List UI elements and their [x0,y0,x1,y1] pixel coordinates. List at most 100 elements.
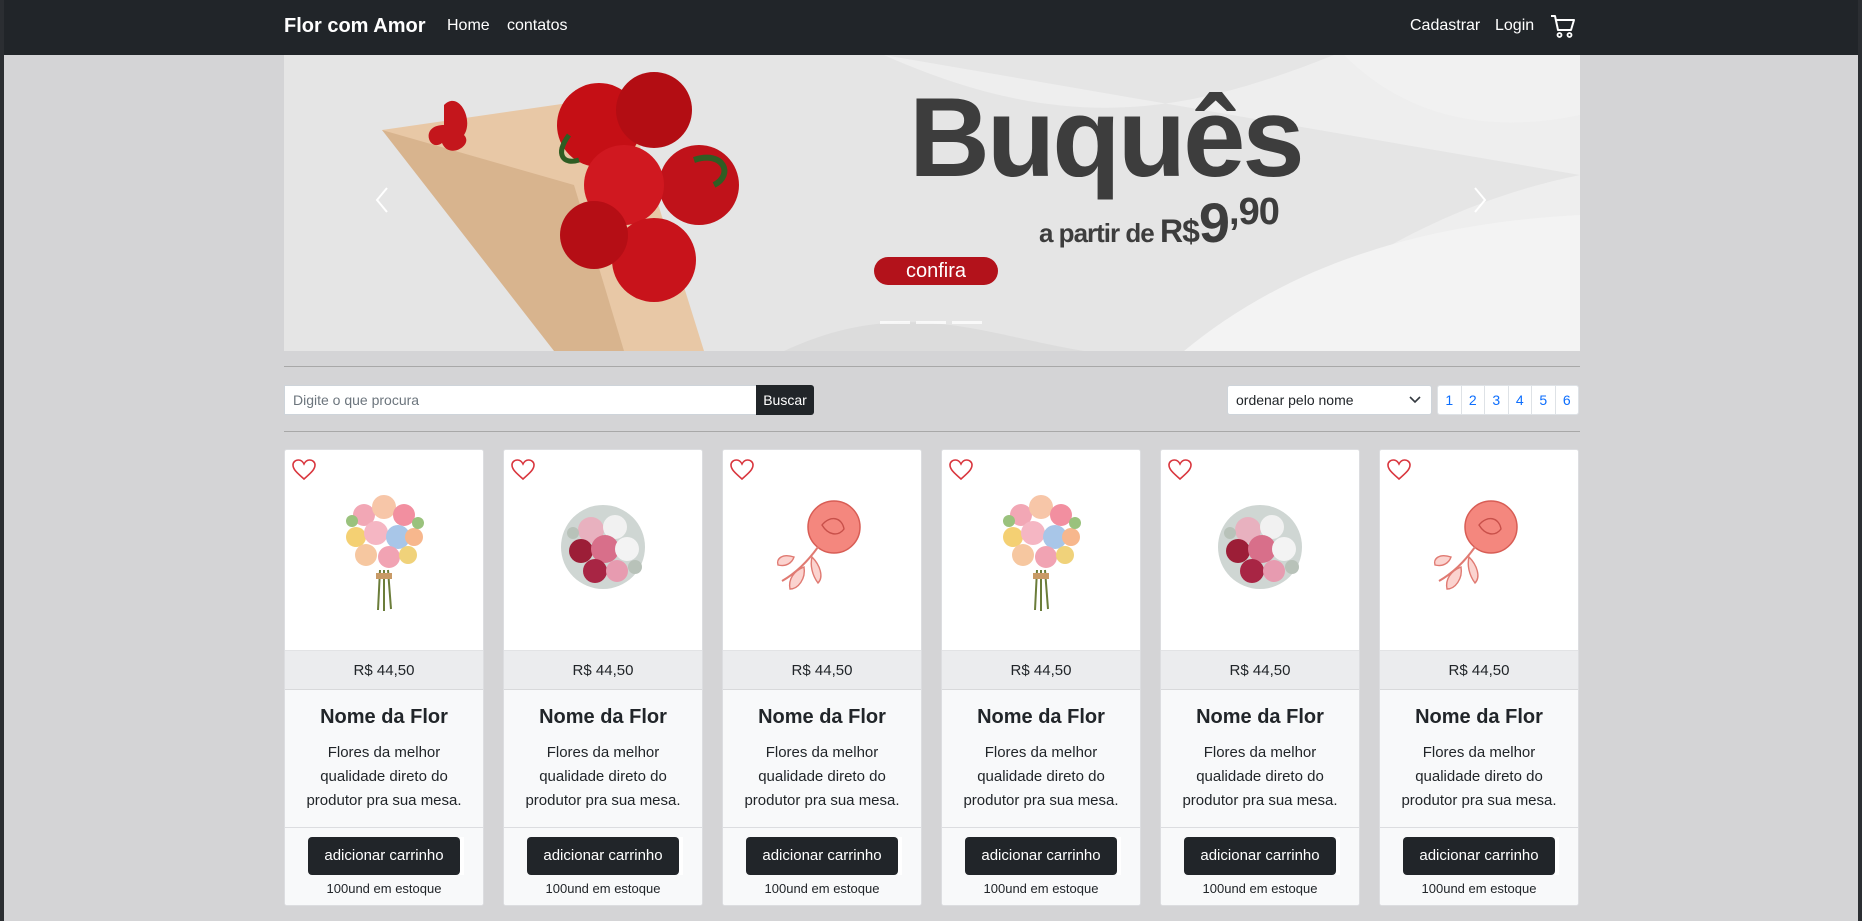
product-image [504,450,702,650]
heart-icon[interactable] [511,459,535,481]
button-edge [1336,837,1340,875]
button-edge [460,837,464,875]
product-description: Flores da melhor qualidade direto do pro… [1182,744,1338,809]
stock-label: 100und em estoque [983,881,1099,896]
product-image [1380,450,1578,650]
stock-label: 100und em estoque [1202,881,1318,896]
bouquet-image [382,72,739,351]
stock-label: 100und em estoque [1421,881,1537,896]
page-link-6[interactable]: 6 [1554,385,1579,415]
button-edge [1555,837,1559,875]
card-footer: adicionar carrinho 100und em estoque [285,827,483,905]
nav-login-link[interactable]: Login [1495,17,1534,35]
banner-price: a partir de R$9,90 [1039,191,1280,254]
product-image [942,450,1140,650]
chevron-down-icon [1409,396,1421,404]
product-card: R$ 44,50 Nome da Flor Flores da melhor q… [1160,449,1360,906]
mixed-bouquet-image [346,495,424,611]
carousel-indicator[interactable] [952,321,982,324]
divider [284,431,1580,432]
product-description: Flores da melhor qualidade direto do pro… [1401,744,1557,809]
pagination: 1 2 3 4 5 6 [1437,385,1579,415]
add-to-cart-button[interactable]: adicionar carrinho [308,837,460,875]
cart-icon[interactable] [1550,13,1576,39]
product-name: Nome da Flor [539,706,667,728]
product-grid: R$ 44,50 Nome da Flor Flores da melhor q… [284,449,1585,907]
page-link-4[interactable]: 4 [1507,385,1532,415]
single-rose-image [1433,500,1518,590]
banner-title: Buquês [909,75,1305,200]
page-link-3[interactable]: 3 [1484,385,1509,415]
product-card: R$ 44,50 Nome da Flor Flores da melhor q… [284,449,484,906]
carousel-indicators [880,321,984,327]
round-bouquet-image [1218,505,1302,589]
hero-carousel[interactable]: Buquês a partir de R$9,90 confira [284,55,1580,351]
round-bouquet-image [561,505,645,589]
product-price: R$ 44,50 [942,650,1140,690]
product-price: R$ 44,50 [285,650,483,690]
carousel-indicator[interactable] [880,321,910,324]
product-card: R$ 44,50 Nome da Flor Flores da melhor q… [1379,449,1579,906]
divider [284,366,1580,367]
product-image [285,450,483,650]
product-price: R$ 44,50 [1161,650,1359,690]
product-name: Nome da Flor [320,706,448,728]
product-price: R$ 44,50 [723,650,921,690]
nav-home-link[interactable]: Home [447,17,490,35]
page-link-2[interactable]: 2 [1460,385,1485,415]
product-name: Nome da Flor [1196,706,1324,728]
add-to-cart-button[interactable]: adicionar carrinho [965,837,1117,875]
card-footer: adicionar carrinho 100und em estoque [1161,827,1359,905]
nav-cadastrar-link[interactable]: Cadastrar [1410,17,1480,35]
button-edge [679,837,683,875]
add-to-cart-button[interactable]: adicionar carrinho [746,837,898,875]
heart-icon[interactable] [1168,459,1192,481]
product-image [723,450,921,650]
chevron-right-icon[interactable] [1470,180,1490,220]
navbar: Flor com Amor Home contatos Cadastrar Lo… [4,0,1858,55]
chevron-left-icon[interactable] [372,180,392,220]
product-description: Flores da melhor qualidade direto do pro… [306,744,462,809]
card-footer: adicionar carrinho 100und em estoque [723,827,921,905]
add-to-cart-button[interactable]: adicionar carrinho [1184,837,1336,875]
button-edge [1117,837,1121,875]
product-card: R$ 44,50 Nome da Flor Flores da melhor q… [722,449,922,906]
page-link-1[interactable]: 1 [1437,385,1462,415]
page-link-5[interactable]: 5 [1531,385,1556,415]
add-to-cart-button[interactable]: adicionar carrinho [527,837,679,875]
stock-label: 100und em estoque [545,881,661,896]
banner-cta-button[interactable]: confira [874,257,998,285]
product-description: Flores da melhor qualidade direto do pro… [963,744,1119,809]
product-name: Nome da Flor [977,706,1105,728]
heart-icon[interactable] [1387,459,1411,481]
card-footer: adicionar carrinho 100und em estoque [1380,827,1578,905]
product-price: R$ 44,50 [1380,650,1578,690]
page-frame: Flor com Amor Home contatos Cadastrar Lo… [4,0,1858,921]
search-input[interactable]: Digite o que procura [284,385,756,415]
product-description: Flores da melhor qualidade direto do pro… [744,744,900,809]
heart-icon[interactable] [949,459,973,481]
heart-icon[interactable] [730,459,754,481]
card-footer: adicionar carrinho 100und em estoque [504,827,702,905]
heart-icon[interactable] [292,459,316,481]
nav-contatos-link[interactable]: contatos [507,17,567,35]
product-card: R$ 44,50 Nome da Flor Flores da melhor q… [941,449,1141,906]
add-to-cart-button[interactable]: adicionar carrinho [1403,837,1555,875]
product-name: Nome da Flor [1415,706,1543,728]
product-image [1161,450,1359,650]
card-footer: adicionar carrinho 100und em estoque [942,827,1140,905]
sort-select[interactable]: ordenar pelo nome [1227,385,1432,415]
button-edge [898,837,902,875]
search-button[interactable]: Buscar [756,385,814,415]
product-description: Flores da melhor qualidade direto do pro… [525,744,681,809]
carousel-indicator[interactable] [916,321,946,324]
stock-label: 100und em estoque [326,881,442,896]
product-price: R$ 44,50 [504,650,702,690]
single-rose-image [776,500,861,590]
sort-select-value: ordenar pelo nome [1236,392,1354,408]
mixed-bouquet-image [1003,495,1081,611]
brand-logo[interactable]: Flor com Amor [284,15,426,38]
product-name: Nome da Flor [758,706,886,728]
product-card: R$ 44,50 Nome da Flor Flores da melhor q… [503,449,703,906]
stock-label: 100und em estoque [764,881,880,896]
